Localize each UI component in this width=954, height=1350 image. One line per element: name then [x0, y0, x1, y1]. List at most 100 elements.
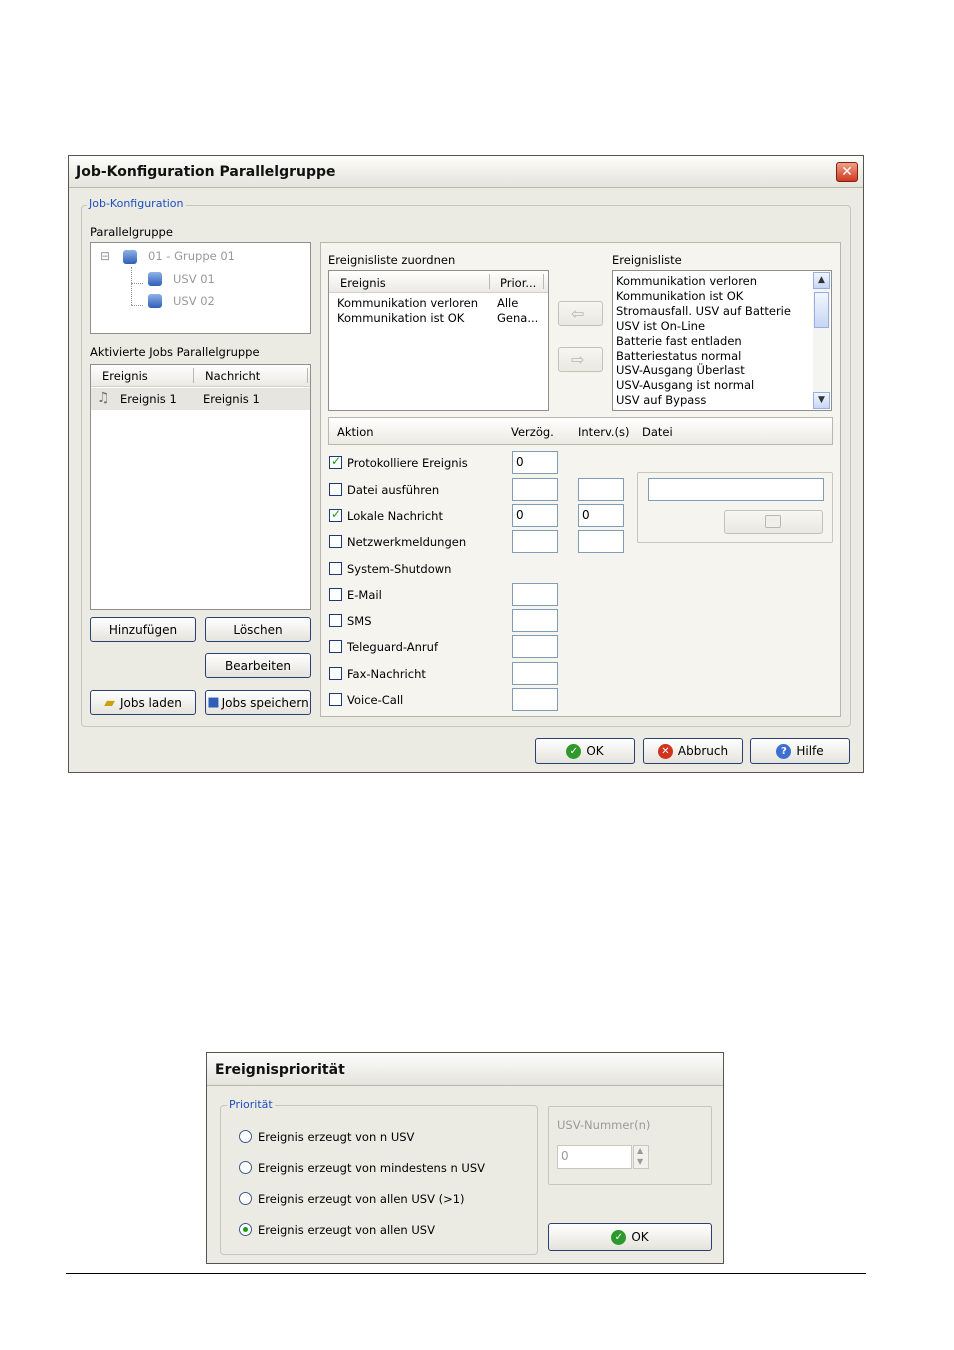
tree-item-usv01[interactable]: USV 01: [173, 272, 215, 286]
dialog-titlebar: Ereignispriorität: [207, 1053, 723, 1086]
datei-path-input[interactable]: [648, 478, 824, 501]
list-item[interactable]: USV-Ausgang ist normal: [616, 378, 810, 393]
hinzufuegen-button[interactable]: Hinzufügen: [90, 617, 196, 642]
action-label: Voice-Call: [347, 693, 404, 707]
abbruch-label: Abbruch: [677, 744, 729, 758]
scroll-up-button[interactable]: ▲: [813, 272, 830, 289]
priority-radio-selected[interactable]: [239, 1223, 252, 1236]
jobs-speichern-label: Jobs speichern: [221, 695, 309, 710]
close-button[interactable]: ✕: [836, 162, 858, 182]
group-tree[interactable]: ⊟ 01 - Gruppe 01 USV 01 USV 02: [90, 242, 311, 334]
voice-verz-input[interactable]: [512, 688, 558, 711]
job-nachricht: Ereignis 1: [203, 392, 260, 406]
jobs-speichern-button[interactable]: ■ Jobs speichern: [205, 690, 311, 715]
assigned-col-ereignis[interactable]: Ereignis: [340, 276, 386, 290]
list-item[interactable]: USV ist On-Line: [616, 319, 810, 334]
usv-nummer-spinner[interactable]: ▲ ▼: [633, 1145, 649, 1169]
table-row[interactable]: Kommunikation verloren Alle: [329, 295, 548, 310]
action-label: SMS: [347, 614, 372, 628]
move-left-button[interactable]: ⇦: [558, 301, 603, 326]
priority-radio[interactable]: [239, 1161, 252, 1174]
priority-radio[interactable]: [239, 1192, 252, 1205]
netzwerk-interv-input[interactable]: [578, 530, 624, 553]
tree-connector: [131, 267, 132, 305]
priority-option[interactable]: Ereignis erzeugt von mindestens n USV: [239, 1159, 519, 1177]
jobs-laden-label: Jobs laden: [119, 695, 182, 710]
list-item[interactable]: Kommunikation ist OK: [616, 289, 810, 304]
priority-radio[interactable]: [239, 1130, 252, 1143]
list-item[interactable]: Kommunikation verloren: [616, 274, 810, 289]
tree-root[interactable]: 01 - Gruppe 01: [148, 249, 235, 263]
fax-verz-input[interactable]: [512, 662, 558, 685]
netzwerk-verz-input[interactable]: [512, 530, 558, 553]
ok-button[interactable]: ✓ OK: [535, 738, 635, 764]
list-item[interactable]: Batteriestatus normal: [616, 349, 810, 364]
sms-checkbox[interactable]: [329, 614, 342, 627]
ereignisliste-items: Kommunikation verloren Kommunikation ist…: [616, 274, 810, 408]
table-row[interactable]: Kommunikation ist OK Gena...: [329, 310, 548, 325]
list-item[interactable]: Stromausfall. USV auf Batterie: [616, 304, 810, 319]
shutdown-checkbox[interactable]: [329, 562, 342, 575]
table-row[interactable]: ♫ Ereignis 1 Ereignis 1: [91, 388, 310, 410]
spin-up-icon[interactable]: ▲: [637, 1146, 643, 1155]
priority-option[interactable]: Ereignis erzeugt von allen USV: [239, 1221, 519, 1239]
jobs-laden-button[interactable]: ▰ Jobs laden: [90, 690, 196, 715]
tree-connector: [131, 283, 143, 284]
dialog-title: Ereignispriorität: [215, 1062, 345, 1078]
collapse-icon[interactable]: ⊟: [100, 249, 110, 263]
tree-connector: [131, 305, 143, 306]
action-label: System-Shutdown: [347, 562, 452, 576]
priority-option-label: Ereignis erzeugt von allen USV (>1): [258, 1192, 465, 1206]
browse-file-button[interactable]: [724, 510, 823, 534]
ereignisliste-list[interactable]: Kommunikation verloren Kommunikation ist…: [612, 270, 832, 411]
ereignisliste-zuordnen-label: Ereignisliste zuordnen: [328, 253, 456, 267]
sms-verz-input[interactable]: [512, 609, 558, 632]
lokale-interv-input[interactable]: 0: [578, 504, 624, 527]
scrollbar-track[interactable]: ▲ ▼: [813, 272, 830, 409]
protokolliere-verz-input[interactable]: 0: [512, 451, 558, 474]
assigned-ereignis: Kommunikation ist OK: [337, 311, 465, 325]
action-label: Fax-Nachricht: [347, 667, 426, 681]
list-item[interactable]: USV-Ausgang Überlast: [616, 363, 810, 378]
bearbeiten-button[interactable]: Bearbeiten: [205, 653, 311, 678]
teleguard-verz-input[interactable]: [512, 635, 558, 658]
email-verz-input[interactable]: [512, 583, 558, 606]
prioritaet-legend: Priorität: [227, 1098, 275, 1111]
protokolliere-checkbox[interactable]: [329, 454, 342, 469]
loeschen-button[interactable]: Löschen: [205, 617, 311, 642]
datei-interv-input[interactable]: [578, 478, 624, 501]
voice-checkbox[interactable]: [329, 693, 342, 706]
datei-checkbox[interactable]: [329, 483, 342, 496]
priority-option[interactable]: Ereignis erzeugt von allen USV (>1): [239, 1190, 519, 1208]
usv-nummer-input[interactable]: 0: [557, 1145, 632, 1169]
scrollbar-thumb[interactable]: [814, 292, 829, 328]
lokale-checkbox[interactable]: [329, 507, 342, 522]
aktivierte-jobs-label: Aktivierte Jobs Parallelgruppe: [90, 345, 260, 359]
spin-down-icon[interactable]: ▼: [637, 1157, 643, 1166]
move-right-button[interactable]: ⇨: [558, 347, 603, 372]
datei-verz-input[interactable]: [512, 478, 558, 501]
abbruch-button[interactable]: ✕ Abbruch: [643, 738, 743, 764]
scroll-down-button[interactable]: ▼: [813, 392, 830, 409]
assigned-col-prior[interactable]: Prior...: [500, 276, 536, 290]
jobs-col-ereignis[interactable]: Ereignis: [102, 369, 148, 383]
netzwerk-checkbox[interactable]: [329, 535, 342, 548]
job-config-dialog: Job-Konfiguration Parallelgruppe ✕ Job-K…: [68, 155, 864, 773]
action-row-shutdown: System-Shutdown: [328, 556, 568, 580]
tree-item-usv02[interactable]: USV 02: [173, 294, 215, 308]
parallelgruppe-label: Parallelgruppe: [90, 225, 173, 239]
teleguard-checkbox[interactable]: [329, 640, 342, 653]
list-item[interactable]: Batterie fast entladen: [616, 334, 810, 349]
arrow-right-icon: ⇨: [571, 350, 585, 369]
arrow-left-icon: ⇦: [571, 304, 585, 323]
email-checkbox[interactable]: [329, 588, 342, 601]
fax-checkbox[interactable]: [329, 667, 342, 680]
lokale-verz-input[interactable]: 0: [512, 504, 558, 527]
list-item[interactable]: USV auf Bypass: [616, 393, 810, 408]
jobs-col-nachricht[interactable]: Nachricht: [205, 369, 260, 383]
job-icon: ♫: [97, 390, 110, 406]
hilfe-button[interactable]: ? Hilfe: [750, 738, 850, 764]
ok-button[interactable]: ✓ OK: [548, 1223, 712, 1251]
priority-option[interactable]: Ereignis erzeugt von n USV: [239, 1128, 519, 1146]
bearbeiten-label: Bearbeiten: [225, 658, 291, 673]
